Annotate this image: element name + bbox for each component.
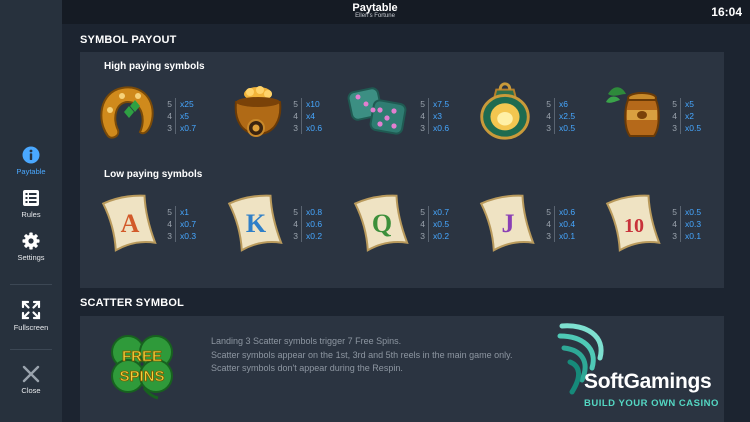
scatter-symbol-heading: SCATTER SYMBOL — [80, 297, 185, 309]
close-icon — [22, 365, 40, 383]
softgamings-watermark: SoftGamings BUILD YOUR OWN CASINO — [556, 322, 746, 418]
paytable-scroll-j: 5 x0.6 4 x0.4 3 x0.1 — [546, 206, 576, 242]
paytable-scroll-q: 5 x0.7 4 x0.5 3 x0.2 — [420, 206, 450, 242]
scroll-j-icon: J — [479, 194, 535, 252]
sidebar-item-label: Rules — [21, 210, 41, 219]
scroll-q-icon: Q — [353, 194, 409, 252]
info-icon — [22, 146, 40, 164]
brand-name: SoftGamings — [584, 370, 712, 393]
paytable-scroll-10: 5 x0.5 4 x0.3 3 x0.1 — [672, 206, 702, 242]
svg-text:SPINS: SPINS — [119, 368, 164, 385]
paytable-scroll-k: 5 x0.8 4 x0.6 3 x0.2 — [293, 206, 323, 242]
scroll-letter: K — [246, 209, 267, 238]
scatter-description: Landing 3 Scatter symbols trigger 7 Free… — [211, 335, 513, 376]
clock: 16:04 — [711, 5, 742, 19]
symbol-payout-heading: SYMBOL PAYOUT — [80, 34, 177, 46]
list-icon — [23, 190, 39, 206]
sidebar-item-close[interactable]: Close — [0, 365, 62, 395]
paytable-honey-jar: 5 x5 4 x2 3 x0.5 — [672, 98, 702, 134]
scroll-10-icon: 10 — [605, 194, 661, 252]
free-spins-scatter-icon: FREE SPINS — [111, 335, 173, 400]
sidebar: Paytable Rules Settings Fullscreen Close — [0, 0, 62, 422]
brand-tagline: BUILD YOUR OWN CASINO — [584, 398, 719, 409]
sidebar-divider — [10, 349, 52, 350]
sidebar-item-label: Settings — [17, 253, 45, 262]
sidebar-item-label: Fullscreen — [13, 323, 49, 332]
sidebar-item-label: Close — [21, 386, 41, 395]
high-paying-heading: High paying symbols — [104, 61, 205, 72]
fullscreen-icon — [21, 300, 41, 320]
scatter-line: Scatter symbols appear on the 1st, 3rd a… — [211, 349, 513, 360]
scroll-k-icon: K — [227, 194, 283, 252]
game-name: Ellen's Fortune — [355, 13, 395, 19]
sidebar-item-label: Paytable — [16, 167, 46, 176]
honey-jar-icon — [606, 87, 660, 137]
sidebar-item-fullscreen[interactable]: Fullscreen — [0, 300, 62, 332]
low-paying-heading: Low paying symbols — [104, 169, 203, 180]
top-bar: Paytable Ellen's Fortune 16:04 — [0, 0, 750, 24]
paytable-horseshoe: 5 x25 4 x5 3 x0.7 — [167, 98, 197, 134]
paytable-scroll-a: 5 x1 4 x0.7 3 x0.3 — [167, 206, 197, 242]
scroll-letter: 10 — [624, 215, 644, 237]
gear-icon — [22, 232, 40, 250]
scroll-a-icon: A — [101, 194, 157, 252]
pot-of-gold-icon — [234, 86, 282, 137]
paytable-lantern: 5 x6 4 x2.5 3 x0.5 — [546, 98, 576, 134]
scroll-letter: A — [121, 209, 140, 238]
horseshoe-icon — [100, 86, 154, 139]
sidebar-divider — [10, 284, 52, 285]
paytable-pot-of-gold: 5 x10 4 x4 3 x0.6 — [293, 98, 323, 134]
dice-icon — [347, 87, 407, 135]
sidebar-item-rules[interactable]: Rules — [0, 189, 62, 219]
scroll-letter: Q — [372, 209, 392, 238]
scatter-line: Scatter symbols don't appear during the … — [211, 363, 403, 373]
lantern-icon — [480, 82, 530, 140]
svg-text:FREE: FREE — [122, 348, 162, 365]
sidebar-item-settings[interactable]: Settings — [0, 232, 62, 262]
scroll-letter: J — [502, 209, 515, 238]
sidebar-item-paytable[interactable]: Paytable — [0, 146, 62, 176]
paytable-dice: 5 x7.5 4 x3 3 x0.6 — [420, 98, 450, 134]
scatter-line: Landing 3 Scatter symbols trigger 7 Free… — [211, 336, 402, 346]
